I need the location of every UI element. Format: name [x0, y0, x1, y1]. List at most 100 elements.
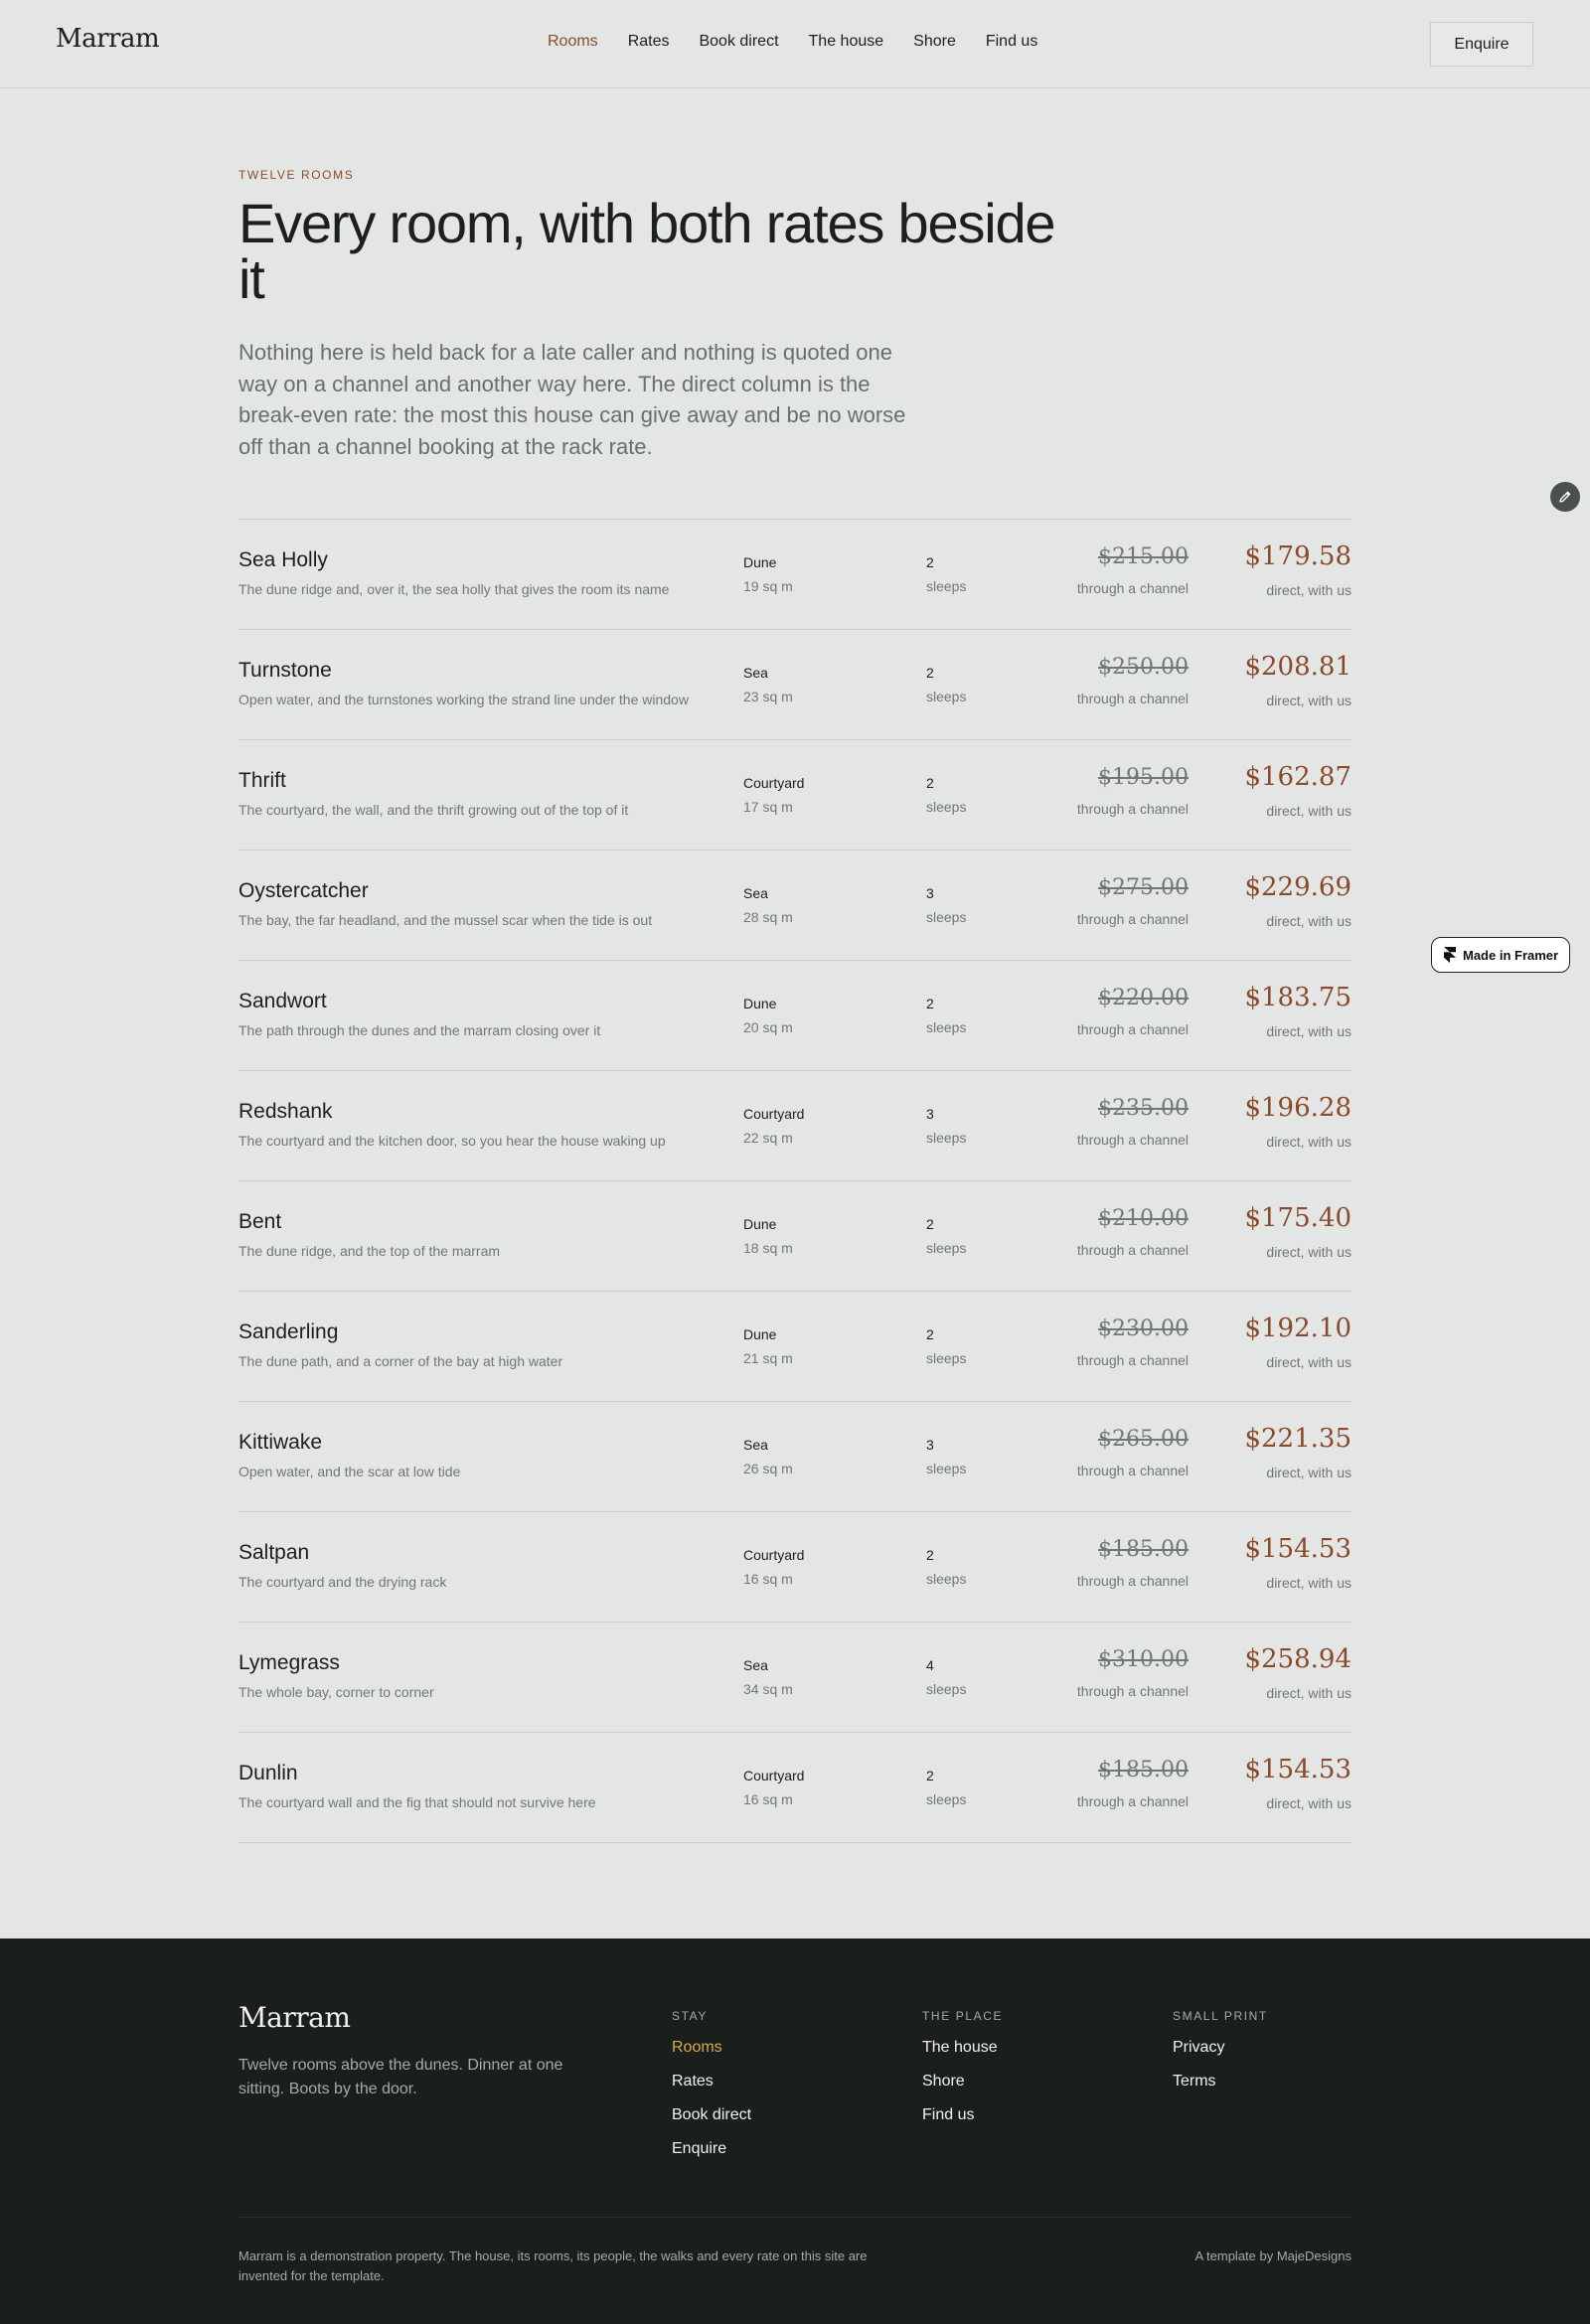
pencil-icon — [1559, 491, 1571, 503]
brand-logo[interactable]: Marram — [56, 24, 160, 54]
room-size: 23 sq m — [743, 689, 793, 704]
nav-rooms[interactable]: Rooms — [548, 33, 598, 51]
footer-tagline: Twelve rooms above the dunes. Dinner at … — [238, 2057, 563, 2097]
made-in-framer-badge[interactable]: Made in Framer — [1431, 937, 1570, 973]
room-sleeps-label: sleeps — [926, 1240, 967, 1256]
room-sleeps-label: sleeps — [926, 578, 967, 594]
room-row[interactable]: Thrift The courtyard, the wall, and the t… — [238, 740, 1352, 851]
room-size: 28 sq m — [743, 909, 793, 925]
room-view: Dune — [743, 554, 777, 570]
room-description: The bay, the far headland, and the musse… — [238, 912, 653, 928]
room-row[interactable]: Saltpan The courtyard and the drying rack… — [238, 1512, 1352, 1623]
rack-rate-caption: through a channel — [1076, 1242, 1189, 1258]
room-sleeps-count: 2 — [926, 1326, 934, 1342]
rack-rate: $185.00 — [1098, 1758, 1189, 1782]
room-description: The courtyard wall and the fig that shou… — [238, 1794, 596, 1810]
direct-rate: $196.28 — [1244, 1093, 1352, 1123]
room-name: Bent — [238, 1210, 282, 1233]
rack-rate-caption: through a channel — [1076, 1573, 1189, 1589]
footer-link-enquire[interactable]: Enquire — [672, 2138, 751, 2159]
footer-credit[interactable]: A template by MajeDesigns — [1194, 2247, 1352, 2266]
site-header: Marram Rooms Rates Book direct The house… — [0, 0, 1590, 88]
room-description: Open water, and the turnstones working t… — [238, 692, 689, 707]
direct-rate-caption: direct, with us — [1266, 1465, 1352, 1480]
room-name: Lymegrass — [238, 1651, 340, 1674]
rack-rate-caption: through a channel — [1076, 691, 1189, 706]
footer-link-shore[interactable]: Shore — [922, 2071, 1003, 2092]
room-row[interactable]: Dunlin The courtyard wall and the fig tha… — [238, 1733, 1352, 1843]
footer-link-terms[interactable]: Terms — [1173, 2071, 1268, 2092]
room-row[interactable]: Kittiwake Open water, and the scar at low… — [238, 1402, 1352, 1512]
footer-divider — [238, 2217, 1352, 2218]
room-view: Courtyard — [743, 775, 805, 791]
nav-the-house[interactable]: The house — [809, 33, 884, 51]
footer-link-find-us[interactable]: Find us — [922, 2104, 1003, 2125]
room-description: The courtyard and the drying rack — [238, 1574, 447, 1590]
rack-rate: $235.00 — [1098, 1096, 1189, 1121]
room-row[interactable]: Sanderling The dune path, and a corner of… — [238, 1292, 1352, 1402]
room-row[interactable]: Oystercatcher The bay, the far headland, … — [238, 851, 1352, 961]
room-description: The dune path, and a corner of the bay a… — [238, 1353, 563, 1369]
direct-rate: $258.94 — [1244, 1644, 1352, 1674]
direct-rate: $175.40 — [1244, 1203, 1352, 1233]
footer-link-book-direct[interactable]: Book direct — [672, 2104, 751, 2125]
rack-rate: $230.00 — [1098, 1317, 1189, 1341]
room-view: Dune — [743, 996, 777, 1011]
direct-rate-caption: direct, with us — [1266, 1023, 1352, 1039]
rack-rate-caption: through a channel — [1076, 1352, 1189, 1368]
direct-rate: $179.58 — [1244, 542, 1352, 571]
room-sleeps-label: sleeps — [926, 689, 967, 704]
rack-rate-caption: through a channel — [1076, 1683, 1189, 1699]
room-row[interactable]: Turnstone Open water, and the turnstones … — [238, 630, 1352, 740]
footer-link-the-house[interactable]: The house — [922, 2037, 1003, 2058]
footer-link-rates[interactable]: Rates — [672, 2071, 751, 2092]
room-name: Sandwort — [238, 990, 327, 1012]
direct-rate-caption: direct, with us — [1266, 1134, 1352, 1150]
room-name: Oystercatcher — [238, 879, 369, 902]
rack-rate-caption: through a channel — [1076, 1132, 1189, 1148]
room-sleeps-count: 2 — [926, 775, 934, 791]
rack-rate: $210.00 — [1098, 1206, 1189, 1231]
room-name: Redshank — [238, 1100, 333, 1123]
footer-link-privacy[interactable]: Privacy — [1173, 2037, 1268, 2058]
room-name: Sea Holly — [238, 548, 328, 571]
room-name: Turnstone — [238, 659, 332, 682]
room-row[interactable]: Sea Holly The dune ridge and, over it, th… — [238, 520, 1352, 630]
rack-rate: $220.00 — [1098, 986, 1189, 1010]
nav-book-direct[interactable]: Book direct — [699, 33, 778, 51]
rack-rate-caption: through a channel — [1076, 1021, 1189, 1037]
room-name: Dunlin — [238, 1762, 298, 1784]
enquire-button[interactable]: Enquire — [1430, 22, 1533, 67]
room-size: 19 sq m — [743, 578, 793, 594]
room-sleeps-count: 3 — [926, 1106, 934, 1122]
room-row[interactable]: Bent The dune ridge, and the top of the m… — [238, 1181, 1352, 1292]
room-name: Sanderling — [238, 1320, 339, 1343]
footer-link-rooms[interactable]: Rooms — [672, 2037, 751, 2058]
room-description: The dune ridge, and the top of the marra… — [238, 1243, 501, 1259]
room-view: Dune — [743, 1326, 777, 1342]
room-description: The dune ridge and, over it, the sea hol… — [238, 581, 670, 597]
edit-button[interactable] — [1550, 482, 1580, 512]
room-size: 21 sq m — [743, 1350, 793, 1366]
room-view: Courtyard — [743, 1106, 805, 1122]
footer-brand[interactable]: Marram — [238, 2001, 351, 2034]
direct-rate: $183.75 — [1244, 983, 1352, 1012]
direct-rate-caption: direct, with us — [1266, 913, 1352, 929]
badge-label: Made in Framer — [1463, 947, 1559, 963]
room-sleeps-count: 3 — [926, 885, 934, 901]
room-sleeps-count: 4 — [926, 1657, 934, 1673]
section-eyebrow: TWELVE ROOMS — [238, 168, 355, 182]
nav-rates[interactable]: Rates — [628, 33, 670, 51]
room-description: The courtyard, the wall, and the thrift … — [238, 802, 629, 818]
nav-shore[interactable]: Shore — [913, 33, 956, 51]
rooms-table: Sea Holly The dune ridge and, over it, th… — [238, 519, 1352, 1843]
nav-find-us[interactable]: Find us — [986, 33, 1037, 51]
direct-rate-caption: direct, with us — [1266, 1354, 1352, 1370]
rack-rate-caption: through a channel — [1076, 580, 1189, 596]
room-row[interactable]: Redshank The courtyard and the kitchen do… — [238, 1071, 1352, 1181]
rack-rate: $250.00 — [1098, 655, 1189, 680]
direct-rate: $154.53 — [1244, 1534, 1352, 1564]
room-row[interactable]: Lymegrass The whole bay, corner to corner… — [238, 1623, 1352, 1733]
room-view: Dune — [743, 1216, 777, 1232]
room-row[interactable]: Sandwort The path through the dunes and t… — [238, 961, 1352, 1071]
